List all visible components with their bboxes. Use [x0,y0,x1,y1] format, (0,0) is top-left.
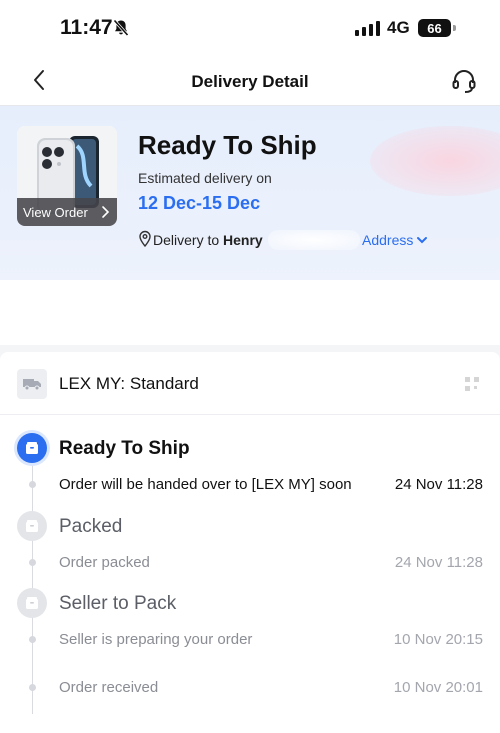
address-toggle[interactable]: Address [362,232,428,248]
redacted-address [268,230,360,250]
chevron-down-icon [417,237,428,244]
timeline-entry-time: 10 Nov 20:15 [393,631,483,648]
copy-icon [465,377,479,391]
support-button[interactable] [450,67,478,95]
timeline-step-title: Ready To Ship [59,438,190,459]
status-time: 11:47 [60,16,113,39]
timeline-entry-time: 24 Nov 11:28 [394,554,483,571]
timeline-dot [29,481,36,488]
timeline-entry-text: Order packed [59,554,150,571]
delivery-to-label: Delivery to [153,232,220,248]
carrier-row[interactable]: LEX MY: Standard [0,352,500,415]
headset-icon [452,70,476,93]
timeline-dot [29,636,36,643]
view-order-label: View Order [23,204,88,220]
estimated-delivery-date: 12 Dec-15 Dec [138,193,261,213]
timeline-entry-text: Order received [59,679,159,696]
nav-bar: Delivery Detail [0,56,500,106]
battery-cap [453,25,456,31]
package-icon [17,511,47,541]
bell-slash-icon [113,19,129,42]
package-icon [17,433,47,463]
recipient-name: Henry [223,232,263,248]
pin-icon [138,230,152,253]
package-icon [17,588,47,618]
chevron-right-icon [102,206,110,218]
timeline-step-title: Seller to Pack [59,593,177,614]
timeline-dot [29,559,36,566]
signal-icon [355,21,380,36]
estimated-delivery-label: Estimated delivery on [138,170,272,186]
network-type: 4G [387,18,410,37]
status-bar: 11:47 4G 66 [0,0,500,56]
carrier-name: LEX MY: Standard [59,374,199,393]
timeline-dot [29,684,36,691]
shipment-status-title: Ready To Ship [138,130,317,160]
decorative-glow [370,126,500,196]
timeline-entry-text: Seller is preparing your order [59,631,253,648]
battery-level: 66 [427,20,442,36]
timeline-step-title: Packed [59,516,123,537]
timeline-entry-text: Order will be handed over to [LEX MY] so… [59,476,352,493]
page-title: Delivery Detail [191,72,309,91]
view-order-button[interactable]: View Order [17,198,117,226]
battery-icon: 66 [418,19,451,37]
section-spacer [0,280,500,345]
address-link-label: Address [362,232,414,248]
shipment-summary: View Order Ready To Ship Estimated deliv… [0,106,500,280]
timeline-entry-time: 24 Nov 11:28 [394,476,483,493]
timeline-entry-time: 10 Nov 20:01 [393,679,483,696]
delivery-recipient: Delivery to Henry [153,232,263,248]
product-thumbnail[interactable]: View Order [17,126,117,226]
tracking-card: LEX MY: Standard Ready To Ship Order wil… [0,352,500,733]
truck-icon [17,369,47,399]
